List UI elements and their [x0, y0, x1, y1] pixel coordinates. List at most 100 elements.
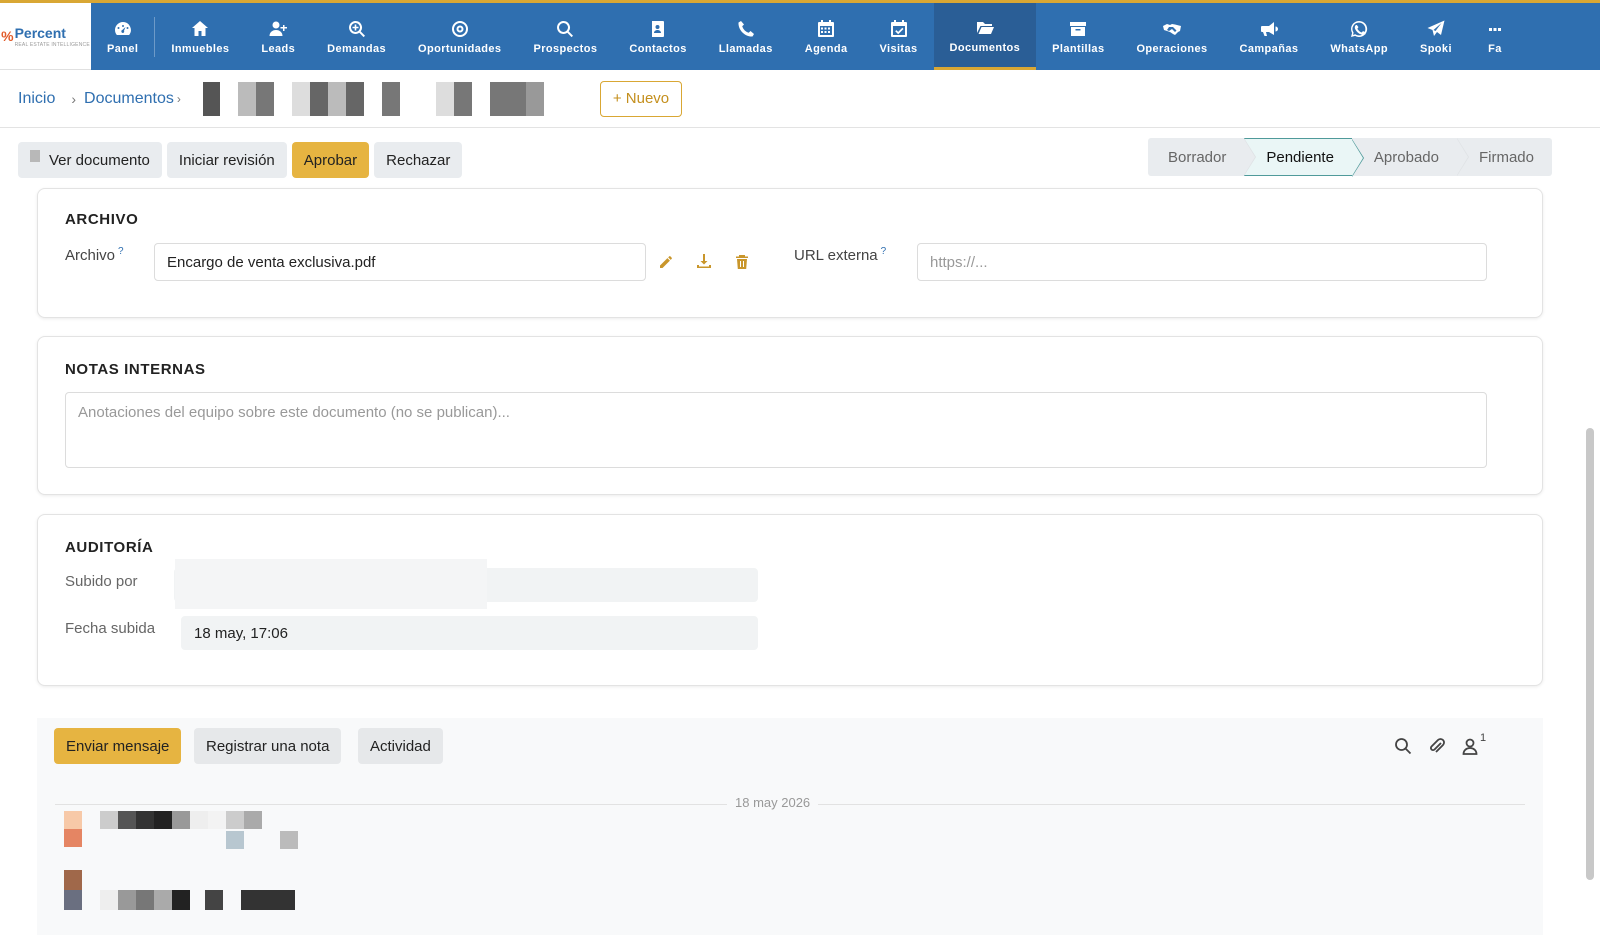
auditoria-section: AUDITORÍA Subido por Fecha subida 18 may…: [37, 514, 1543, 686]
nav-item-label: Fa: [1488, 43, 1502, 55]
help-icon: ?: [880, 246, 887, 257]
archivo-section: ARCHIVO Archivo? Encargo de venta exclus…: [37, 188, 1543, 318]
brand-name: Percent: [14, 24, 66, 41]
nav-item-fa[interactable]: Fa: [1468, 3, 1522, 70]
nav-item-visitas[interactable]: Visitas: [863, 3, 933, 70]
nav-item-label: Llamadas: [718, 43, 773, 55]
log-note-button[interactable]: Registrar una nota: [194, 728, 342, 764]
nav-item-spoki[interactable]: Spoki: [1404, 3, 1468, 70]
upload-date-field: 18 may, 17:06: [181, 616, 758, 650]
activity-button[interactable]: Actividad: [358, 728, 443, 764]
approve-button[interactable]: Aprobar: [291, 142, 370, 178]
nav-item-operaciones[interactable]: Operaciones: [1120, 3, 1223, 70]
breadcrumb-home[interactable]: Inicio: [18, 90, 55, 108]
breadcrumb-separator-icon: ›: [71, 90, 77, 107]
uploaded-by-label: Subido por: [65, 573, 138, 590]
action-bar: Ver documento Iniciar revisión Aprobar R…: [18, 138, 1562, 182]
edit-pencil-icon[interactable]: [658, 254, 674, 270]
trash-icon[interactable]: [734, 254, 750, 270]
auditoria-title: AUDITORÍA: [65, 539, 154, 556]
dashboard-icon: [112, 18, 134, 40]
nav-item-label: Documentos: [949, 41, 1021, 54]
home-icon: [189, 18, 211, 40]
top-navbar: % Percent REAL ESTATE INTELLIGENCE Panel…: [0, 0, 1600, 70]
stage-firmado[interactable]: Firmado: [1457, 138, 1552, 176]
help-icon: ?: [118, 246, 124, 257]
paperclip-icon[interactable]: [1427, 736, 1447, 756]
nav-item-llamadas[interactable]: Llamadas: [703, 3, 789, 70]
nav-item-prospectos[interactable]: Prospectos: [517, 3, 613, 70]
nav-item-inmuebles[interactable]: Inmuebles: [155, 3, 245, 70]
search-plus-icon: [346, 18, 368, 40]
search-icon[interactable]: [1393, 736, 1413, 756]
calendar-check-icon: [888, 18, 910, 40]
breadcrumb-documentos[interactable]: Documentos: [84, 90, 174, 108]
reject-button[interactable]: Rechazar: [374, 142, 463, 178]
breadcrumb-separator-icon: ›: [176, 91, 181, 106]
url-label: URL externa?: [794, 246, 887, 264]
paper-plane-icon: [1425, 18, 1447, 40]
send-message-button[interactable]: Enviar mensaje: [54, 728, 182, 764]
stage-pendiente[interactable]: Pendiente: [1244, 138, 1364, 177]
stage-aprobado[interactable]: Aprobado: [1352, 138, 1469, 176]
nav-item-label: Inmuebles: [171, 43, 230, 55]
phone-icon: [735, 18, 757, 40]
nav-item-label: Prospectos: [533, 43, 598, 55]
uploaded-by-field: [174, 559, 758, 609]
user-plus-icon: [267, 18, 289, 40]
nav-item-oportunidades[interactable]: Oportunidades: [402, 3, 517, 70]
download-icon[interactable]: [696, 253, 712, 269]
chatter-panel: Enviar mensaje Registrar una nota Activi…: [37, 718, 1543, 935]
nav-item-contactos[interactable]: Contactos: [613, 3, 702, 70]
nav-item-panel[interactable]: Panel: [91, 3, 154, 70]
redacted-record-name: [202, 81, 544, 116]
view-document-button[interactable]: Ver documento: [18, 142, 162, 178]
view-document-label: Ver documento: [49, 151, 150, 169]
search-icon: [554, 18, 576, 40]
brand-tagline: REAL ESTATE INTELLIGENCE: [14, 41, 90, 48]
internal-notes-textarea[interactable]: Anotaciones del equipo sobre este docume…: [65, 392, 1487, 468]
file-label: Archivo?: [65, 246, 124, 264]
archive-icon: [1067, 18, 1089, 40]
nav-item-demandas[interactable]: Demandas: [311, 3, 402, 70]
nav-item-label: Demandas: [327, 43, 387, 55]
nav-item-label: Plantillas: [1052, 43, 1105, 55]
nav-item-label: Visitas: [879, 43, 918, 55]
folder-open-icon: [974, 17, 996, 39]
stage-label: Pendiente: [1266, 148, 1334, 166]
nav-item-campanas[interactable]: Campañas: [1224, 3, 1315, 70]
followers-count: 1: [1480, 732, 1487, 744]
new-document-button[interactable]: + Nuevo: [599, 80, 683, 117]
external-url-input[interactable]: https://...: [917, 243, 1487, 281]
nav-item-label: Leads: [261, 43, 296, 55]
nav-item-label: Operaciones: [1136, 43, 1208, 55]
stage-borrador[interactable]: Borrador: [1148, 138, 1257, 176]
followers-icon[interactable]: [1460, 736, 1480, 756]
brand-logo[interactable]: % Percent REAL ESTATE INTELLIGENCE: [0, 3, 91, 70]
logo-mark-icon: %: [1, 28, 14, 44]
nav-item-leads[interactable]: Leads: [245, 3, 311, 70]
page-scrollbar[interactable]: [1586, 428, 1594, 880]
nav-item-label: Panel: [107, 43, 139, 55]
stage-label: Borrador: [1168, 148, 1227, 166]
stage-label: Firmado: [1478, 148, 1534, 166]
redacted-user: [175, 559, 487, 609]
handshake-icon: [1161, 18, 1183, 40]
nav-item-documentos[interactable]: Documentos: [933, 3, 1037, 70]
nav-item-whatsapp[interactable]: WhatsApp: [1314, 3, 1404, 70]
status-stages: Borrador Pendiente Aprobado Firmado: [1148, 138, 1552, 177]
target-icon: [449, 18, 471, 40]
nav-item-label: Spoki: [1419, 43, 1452, 55]
nav-item-label: WhatsApp: [1330, 43, 1388, 55]
archivo-title: ARCHIVO: [65, 211, 139, 228]
nav-item-label: Contactos: [629, 43, 687, 55]
nav-item-label: Oportunidades: [418, 43, 502, 55]
nav-item-label: Agenda: [804, 43, 848, 55]
nav-item-plantillas[interactable]: Plantillas: [1036, 3, 1120, 70]
start-review-button[interactable]: Iniciar revisión: [166, 142, 287, 178]
nav-item-label: Campañas: [1239, 43, 1299, 55]
nav-menu: Panel Inmuebles Leads Demandas Oportunidades…: [91, 3, 1522, 70]
megaphone-icon: [1258, 18, 1280, 40]
file-field[interactable]: Encargo de venta exclusiva.pdf: [154, 243, 646, 281]
nav-item-agenda[interactable]: Agenda: [789, 3, 864, 70]
